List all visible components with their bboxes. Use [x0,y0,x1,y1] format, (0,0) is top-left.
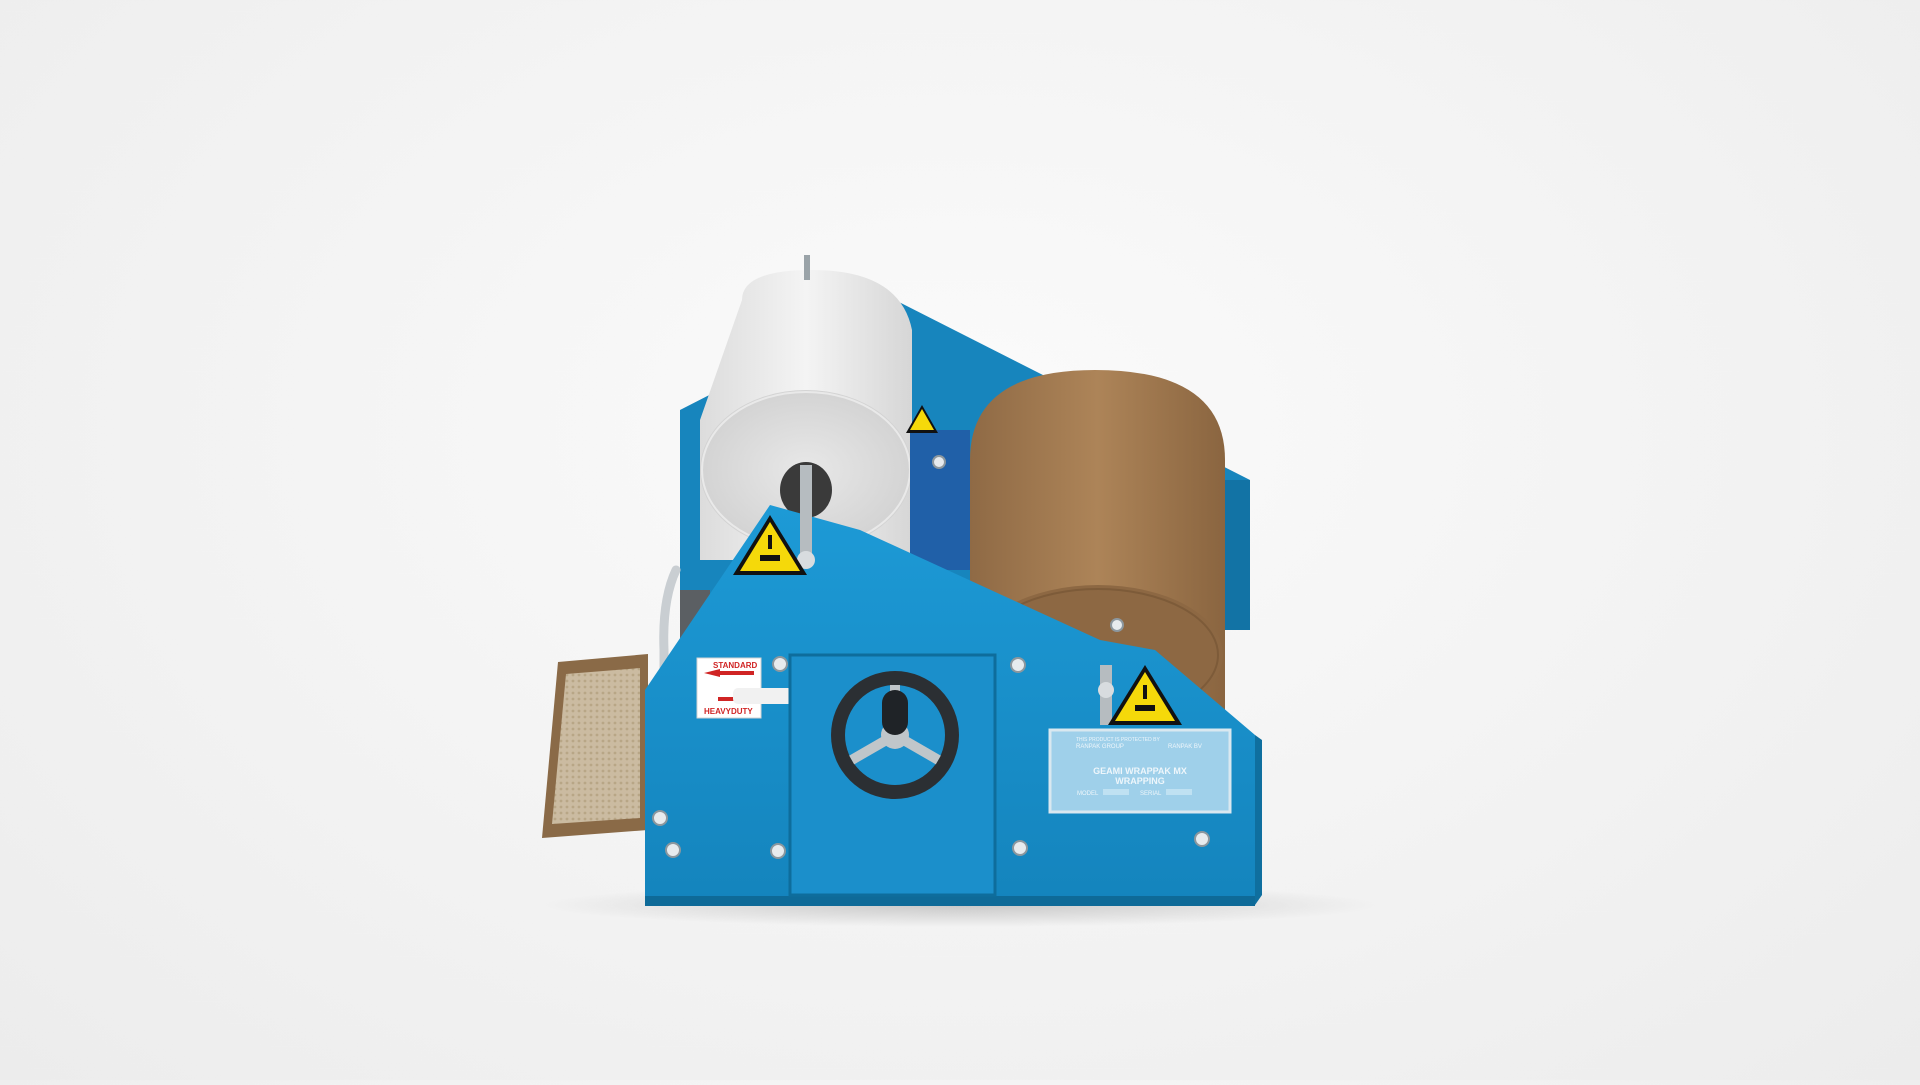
plate-title-line1: GEAMI WRAPPAK MX [1093,766,1187,776]
feed-drum [910,430,970,570]
product-nameplate: THIS PRODUCT IS PROTECTED BY RANPAK GROU… [1048,728,1232,814]
product-render: STANDARD HEAVYDUTY THIS PRODUCT IS PROTE… [0,0,1920,1080]
spindle-shaft [800,465,812,560]
tension-knob [1098,682,1114,698]
direction-label-standard: STANDARD [713,661,758,670]
machine-illustration: STANDARD HEAVYDUTY THIS PRODUCT IS PROTE… [540,255,1380,927]
plate-model-label: MODEL [1077,791,1099,797]
direction-label-heavyduty: HEAVYDUTY [704,707,753,716]
plate-serial-label: SERIAL [1140,791,1162,797]
mode-slot [733,688,793,704]
dispensed-wrapping-paper [542,654,648,838]
plate-title-line2: WRAPPING [1115,776,1165,786]
plate-tag-text: RANPAK BV [1168,744,1202,750]
rear-frame-edge [1225,480,1250,630]
handwheel-icon[interactable] [831,671,959,799]
plate-protected-text: THIS PRODUCT IS PROTECTED BY [1076,737,1160,743]
plate-maker-text: RANPAK GROUP [1076,744,1124,750]
handwheel-grip[interactable] [882,690,908,735]
